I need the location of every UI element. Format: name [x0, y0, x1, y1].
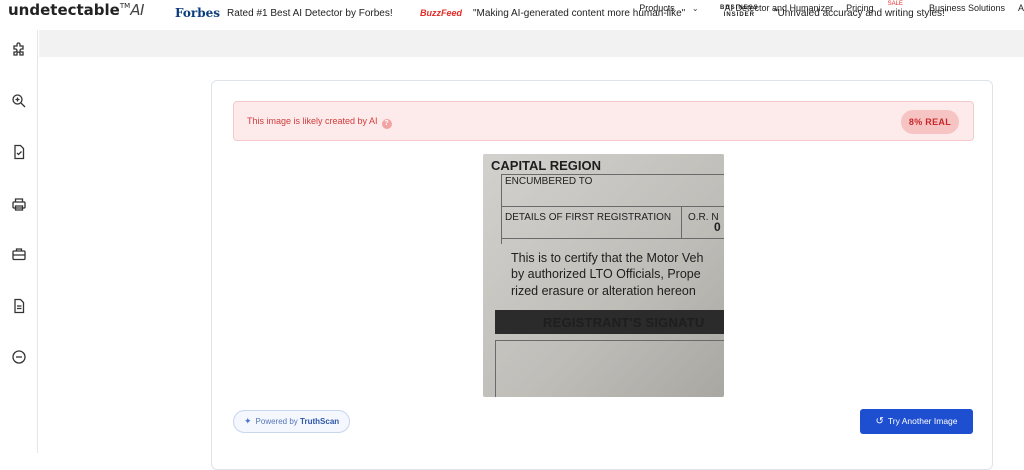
- document-check-icon[interactable]: [10, 143, 28, 161]
- brand-name: undetectable: [8, 1, 120, 19]
- result-message-text: This image is likely created by AI: [247, 116, 378, 126]
- try-label: Try Another Image: [887, 416, 958, 426]
- powered-by-badge[interactable]: ✦ Powered by TruthScan: [233, 410, 351, 433]
- forbes-logo: Forbes: [175, 6, 220, 20]
- printer-icon[interactable]: [10, 195, 28, 213]
- doc-rule: [501, 174, 724, 175]
- sale-badge: SALE: [887, 1, 903, 7]
- real-percent-badge: 8% REAL: [900, 110, 959, 134]
- doc-digit: 0: [714, 220, 721, 234]
- briefcase-icon[interactable]: [10, 245, 28, 263]
- puzzle-icon[interactable]: [10, 40, 28, 58]
- doc-rule: [681, 206, 682, 238]
- doc-line-1: This is to certify that the Motor Veh: [511, 251, 704, 265]
- bi-quote: "Unrivaled accuracy and writing styles!": [774, 8, 949, 19]
- bi-logo-line2: INSIDER: [723, 12, 756, 18]
- press-banner: [39, 30, 1024, 57]
- doc-details: DETAILS OF FIRST REGISTRATION: [505, 212, 672, 223]
- buzzfeed-logo: BuzzFeed: [420, 8, 463, 18]
- result-card: This image is likely created by AI? 8% R…: [211, 80, 993, 470]
- chevron-down-icon: ⌄: [691, 4, 699, 13]
- doc-line-3: rized erasure or alteration hereon: [511, 284, 696, 298]
- business-insider-logo: BUSINESS INSIDER: [720, 5, 759, 19]
- zoom-search-icon[interactable]: [10, 92, 28, 110]
- result-message: This image is likely created by AI?: [247, 116, 392, 129]
- refresh-icon: ↺: [875, 416, 884, 427]
- sparkle-icon: ✦: [244, 416, 252, 426]
- buzzfeed-quote: "Making AI-generated content more human-…: [473, 8, 686, 19]
- doc-rule: [501, 206, 724, 207]
- doc-encumbered: ENCUMBERED TO: [505, 176, 593, 187]
- doc-rule: [501, 238, 724, 239]
- doc-signature-label: REGISTRANT'S SIGNATU: [543, 315, 705, 330]
- powered-brand: TruthScan: [300, 417, 340, 426]
- doc-rule: [495, 340, 496, 397]
- try-another-image-button[interactable]: ↺ Try Another Image: [860, 409, 973, 434]
- minus-circle-icon[interactable]: [10, 348, 28, 366]
- brand-tm: TM: [119, 2, 131, 10]
- brand-suffix: AI: [130, 1, 144, 19]
- sidebar: [0, 30, 38, 453]
- powered-prefix: Powered by: [255, 417, 298, 426]
- result-alert: This image is likely created by AI? 8% R…: [233, 101, 974, 141]
- doc-line-2: by authorized LTO Officials, Prope: [511, 267, 701, 281]
- analyzed-image: CAPITAL REGION ENCUMBERED TO DETAILS OF …: [483, 154, 724, 397]
- nav-cut-item[interactable]: A: [1018, 3, 1024, 13]
- doc-rule: [501, 174, 502, 244]
- brand-logo[interactable]: undetectableTMAI: [8, 1, 144, 19]
- doc-heading: CAPITAL REGION: [491, 158, 602, 173]
- info-icon[interactable]: ?: [381, 119, 392, 129]
- bi-logo-line1: BUSINESS: [720, 5, 759, 11]
- forbes-quote: Rated #1 Best AI Detector by Forbes!: [227, 8, 393, 19]
- file-text-icon[interactable]: [10, 297, 28, 315]
- doc-rule: [495, 340, 724, 341]
